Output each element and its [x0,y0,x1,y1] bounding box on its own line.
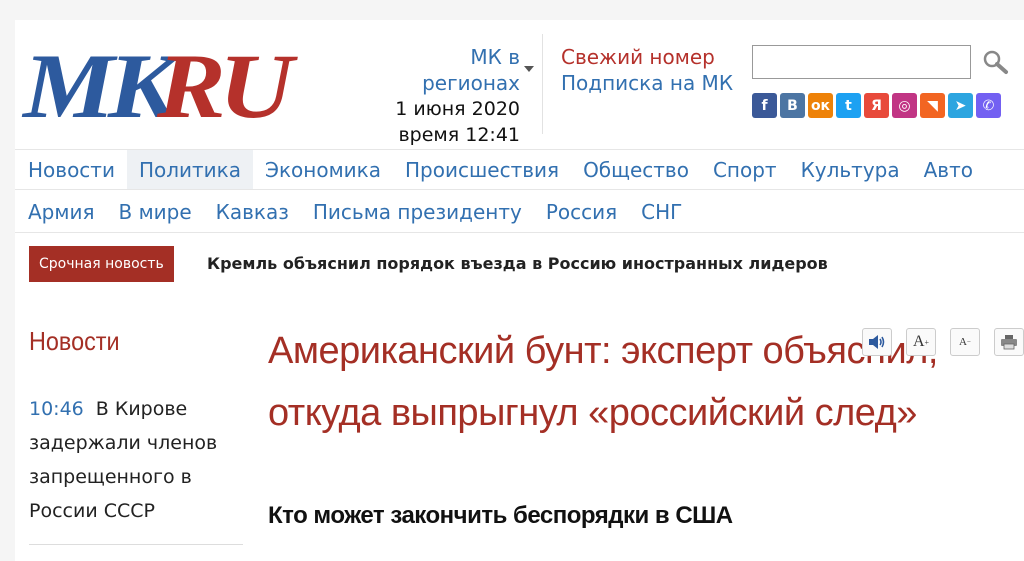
print-button[interactable] [994,328,1024,356]
sidebar-heading[interactable]: Новости [29,326,120,357]
secondary-nav: Армия В мире Кавказ Письма президенту Россия… [15,191,1024,233]
chevron-down-icon [524,66,534,72]
subnav-item-1[interactable]: В мире [107,191,204,232]
printer-icon [1001,335,1017,350]
page: MK RU МК в регионах 1 июня 2020 время 12:… [15,20,1024,561]
news-divider [29,544,243,545]
search-input[interactable] [752,45,971,79]
subnav-item-4[interactable]: Россия [534,191,629,232]
nav-item-2[interactable]: Экономика [253,150,393,189]
plus-icon: + [924,337,930,347]
fresh-issue-link[interactable]: Свежий номер [561,44,715,70]
social-links: f Bок t Я ◎ ◥ ➤ ✆ [752,93,1001,118]
minus-icon: − [967,338,971,346]
yandex-icon[interactable]: Я [864,93,889,118]
font-increase-label: A [912,333,925,350]
rss-icon[interactable]: ◥ [920,93,945,118]
viber-icon[interactable]: ✆ [976,93,1001,118]
nav-item-1[interactable]: Политика [126,150,253,189]
nav-item-6[interactable]: Культура [789,150,912,189]
mk-ru-logo[interactable]: MK RU [23,35,294,137]
region-selector[interactable]: МК в регионах [390,44,534,96]
breaking-news-link[interactable]: Кремль объяснил порядок въезда в Россию … [207,246,828,282]
primary-nav: Новости Политика Экономика Происшествия Обще… [15,149,1024,190]
region-line1: МК в [470,45,520,69]
region-line2: регионах [422,71,520,95]
odnoklassniki-icon[interactable]: ок [808,93,833,118]
subnav-item-5[interactable]: СНГ [629,191,694,232]
listen-button[interactable] [862,328,892,356]
font-decrease-label: A [959,336,967,348]
breaking-news-badge[interactable]: Срочная новость [29,246,174,282]
nav-item-4[interactable]: Общество [571,150,701,189]
news-sidebar: Новости 10:46 В Кирове задержали членов з… [15,316,258,561]
search-button[interactable] [981,48,1009,76]
facebook-icon[interactable]: f [752,93,777,118]
search-icon [983,50,1008,74]
news-item-time: 10:46 [29,398,84,420]
font-increase-button[interactable]: A + [906,328,936,356]
news-list-item[interactable]: 10:46 В Кирове задержали членов запрещенн… [29,392,249,528]
logo-mk-text: MK [23,35,177,137]
telegram-icon[interactable]: ➤ [948,93,973,118]
twitter-icon[interactable]: t [836,93,861,118]
vkontakte-icon[interactable]: B [780,93,805,118]
nav-item-3[interactable]: Происшествия [393,150,571,189]
nav-item-5[interactable]: Спорт [701,150,789,189]
current-date: 1 июня 2020 [395,98,520,120]
instagram-icon[interactable]: ◎ [892,93,917,118]
article-subtitle: Кто может закончить беспорядки в США [268,502,733,529]
font-decrease-button[interactable]: A − [950,328,980,356]
speaker-icon [869,335,885,349]
subnav-item-2[interactable]: Кавказ [204,191,301,232]
nav-item-7[interactable]: Авто [912,150,985,189]
article: Американский бунт: эксперт объяснил, отк… [258,316,1024,561]
subnav-item-0[interactable]: Армия [15,191,107,232]
current-time: время 12:41 [398,124,520,146]
subscription-link[interactable]: Подписка на МК [561,70,733,96]
nav-item-0[interactable]: Новости [15,150,127,189]
logo-ru-text: RU [157,35,293,137]
article-tools: A + A − [862,328,1024,356]
subnav-item-3[interactable]: Письма президенту [301,191,534,232]
date-time: 1 июня 2020 время 12:41 [360,96,520,148]
header-divider [542,34,543,134]
